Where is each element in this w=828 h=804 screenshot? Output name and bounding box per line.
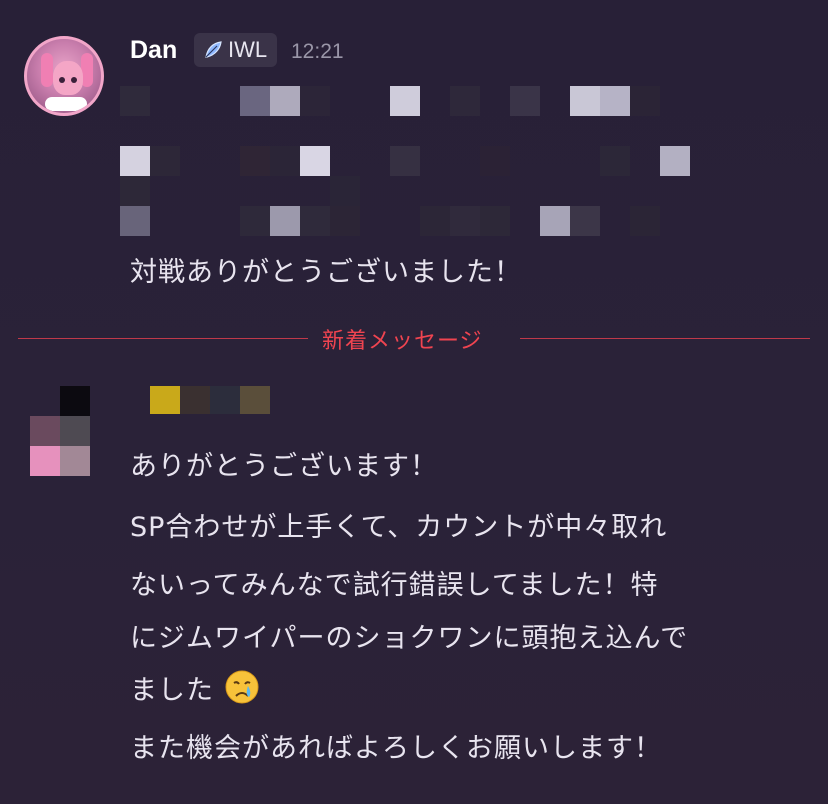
- crying-face-icon: [225, 670, 259, 704]
- message-timestamp: 12:21: [291, 40, 344, 63]
- message-text-line-1: ありがとうございます！: [130, 451, 438, 482]
- role-badge[interactable]: IWL: [194, 33, 278, 67]
- message-text-line-5: ました: [130, 668, 260, 707]
- message-text-line-3: ないってみんなで試行錯誤してました！特: [130, 570, 659, 601]
- user-avatar-dan[interactable]: [24, 36, 104, 116]
- role-badge-label: IWL: [228, 37, 268, 62]
- message-text-line-6: また機会があればよろしくお願いします！: [130, 733, 662, 764]
- message-text: 対戦ありがとうございました！: [130, 257, 522, 288]
- message-username[interactable]: Dan: [130, 36, 177, 65]
- new-messages-label: 新着メッセージ: [322, 329, 483, 354]
- message-text-line-5-text: ました: [130, 675, 214, 706]
- message-text-line-2: SP合わせが上手くて、カウントが中々取れ: [130, 512, 668, 543]
- feather-icon: [205, 41, 222, 58]
- message-text-line-4: にジムワイパーのショクワンに頭抱え込んで: [130, 623, 689, 654]
